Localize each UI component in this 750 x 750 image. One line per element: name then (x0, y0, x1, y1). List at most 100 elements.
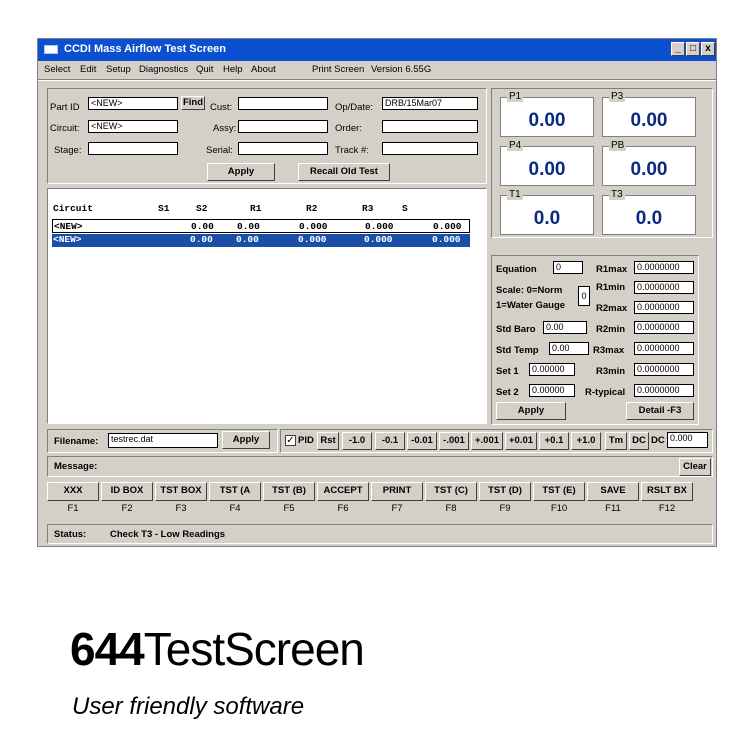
opdate-field[interactable]: DRB/15Mar07 (382, 97, 478, 110)
table-row[interactable]: <NEW> 0.00 0.00 0.000 0.000 0.000 (52, 219, 470, 233)
r1max-field[interactable]: 0.0000000 (634, 261, 694, 274)
step-minus-0-1-button[interactable]: -0.1 (375, 432, 405, 450)
stdtemp-field[interactable]: 0.00 (549, 342, 589, 355)
f12-button[interactable]: RSLT BX (641, 482, 693, 501)
f9-button[interactable]: TST (D) (479, 482, 531, 501)
cell-r2: 0.000 (298, 234, 327, 245)
f2-button[interactable]: ID BOX (101, 482, 153, 501)
col-r2-header: R2 (306, 203, 318, 214)
filename-apply-button[interactable]: Apply (222, 431, 270, 449)
r2min-field[interactable]: 0.0000000 (634, 321, 694, 334)
filename-label: Filename: (54, 436, 99, 447)
settings-panel: Equation 0 R1max 0.0000000 Scale: 0=Norm… (491, 255, 699, 425)
pb-label: PB (609, 140, 627, 151)
r3max-label: R3max (593, 345, 625, 356)
step-minus-0-01-button[interactable]: -0.01 (407, 432, 437, 450)
rtyp-field[interactable]: 0.0000000 (634, 384, 694, 397)
filename-field[interactable]: testrec.dat (108, 433, 218, 448)
app-icon (44, 45, 58, 54)
menu-about[interactable]: About (251, 64, 276, 75)
menu-separator (38, 79, 716, 81)
cell-s: 0.000 (433, 221, 462, 232)
f7-key-label: F7 (391, 503, 403, 514)
order-field[interactable] (382, 120, 478, 133)
circuit-field[interactable]: <NEW> (88, 120, 178, 133)
p1-label: P1 (507, 91, 524, 102)
r2max-field[interactable]: 0.0000000 (634, 301, 694, 314)
table-row-selected[interactable]: <NEW> 0.00 0.00 0.000 0.000 0.000 (52, 234, 470, 247)
pid-checkbox[interactable]: ✓ (285, 435, 296, 446)
serial-label: Serial: (206, 145, 233, 156)
maximize-button[interactable]: □ (686, 42, 700, 56)
part-id-label: Part ID (50, 102, 80, 113)
f6-button[interactable]: ACCEPT (317, 482, 369, 501)
col-s1-header: S1 (158, 203, 170, 214)
menu-diagnostics[interactable]: Diagnostics (139, 64, 188, 75)
step-plus-0-1-button[interactable]: +0.1 (539, 432, 569, 450)
set2-field[interactable]: 0.00000 (529, 384, 575, 397)
p3-label: P3 (609, 91, 626, 102)
track-field[interactable] (382, 142, 478, 155)
r3min-label: R3min (596, 366, 626, 377)
step-plus-0-01-button[interactable]: +0.01 (505, 432, 537, 450)
part-id-field[interactable]: <NEW> (88, 97, 178, 110)
status-label: Status: (54, 529, 87, 540)
step-plus-1-button[interactable]: +1.0 (571, 432, 601, 450)
stdbaro-label: Std Baro (496, 324, 536, 335)
menu-setup[interactable]: Setup (106, 64, 131, 75)
serial-field[interactable] (238, 142, 328, 155)
close-button[interactable]: x (701, 42, 715, 56)
menu-help[interactable]: Help (223, 64, 243, 75)
stdbaro-field[interactable]: 0.00 (543, 321, 587, 334)
cell-circuit: <NEW> (53, 234, 82, 245)
cell-s2: 0.00 (191, 221, 214, 232)
menu-print-screen[interactable]: Print Screen (312, 64, 364, 75)
col-r1-header: R1 (250, 203, 262, 214)
f7-button[interactable]: PRINT (371, 482, 423, 501)
window-title: CCDI Mass Airflow Test Screen (64, 43, 226, 55)
equation-label: Equation (496, 264, 537, 275)
scale-field[interactable]: 0 (578, 286, 590, 306)
step-minus-1-button[interactable]: -1.0 (342, 432, 372, 450)
col-s-header: S (402, 203, 408, 214)
cust-field[interactable] (238, 97, 328, 110)
menu-select[interactable]: Select (44, 64, 70, 75)
cell-circuit: <NEW> (54, 221, 83, 232)
f11-button[interactable]: SAVE (587, 482, 639, 501)
apply-button[interactable]: Apply (207, 163, 275, 181)
settings-apply-button[interactable]: Apply (496, 402, 566, 420)
step-plus-001-button[interactable]: +.001 (471, 432, 503, 450)
col-s2-header: S2 (196, 203, 208, 214)
dc-label: DC (651, 435, 665, 446)
tm-button[interactable]: Tm (605, 432, 627, 450)
f4-button[interactable]: TST (A (209, 482, 261, 501)
r3min-field[interactable]: 0.0000000 (634, 363, 694, 376)
dc-button[interactable]: DC (629, 432, 649, 450)
f3-button[interactable]: TST BOX (155, 482, 207, 501)
cell-s2: 0.00 (190, 234, 213, 245)
f8-button[interactable]: TST (C) (425, 482, 477, 501)
r1min-field[interactable]: 0.0000000 (634, 281, 694, 294)
r1max-label: R1max (596, 264, 628, 275)
message-label: Message: (54, 461, 98, 472)
equation-field[interactable]: 0 (553, 261, 583, 274)
recall-old-test-button[interactable]: Recall Old Test (298, 163, 390, 181)
f10-button[interactable]: TST (E) (533, 482, 585, 501)
rst-button[interactable]: Rst (317, 432, 339, 450)
menu-edit[interactable]: Edit (80, 64, 96, 75)
dc-field[interactable]: 0.000 (667, 432, 708, 448)
r3max-field[interactable]: 0.0000000 (634, 342, 694, 355)
step-minus-001-button[interactable]: -.001 (439, 432, 469, 450)
f5-button[interactable]: TST (B) (263, 482, 315, 501)
find-button[interactable]: Find (181, 96, 205, 110)
assy-field[interactable] (238, 120, 328, 133)
f1-button[interactable]: XXX (47, 482, 99, 501)
stage-field[interactable] (88, 142, 178, 155)
menu-quit[interactable]: Quit (196, 64, 213, 75)
cell-r1: 0.00 (236, 234, 259, 245)
t3-value: 0.0 (635, 208, 663, 229)
set1-field[interactable]: 0.00000 (529, 363, 575, 376)
minimize-button[interactable]: _ (671, 42, 685, 56)
clear-button[interactable]: Clear (679, 458, 711, 476)
detail-f3-button[interactable]: Detail -F3 (626, 402, 694, 420)
